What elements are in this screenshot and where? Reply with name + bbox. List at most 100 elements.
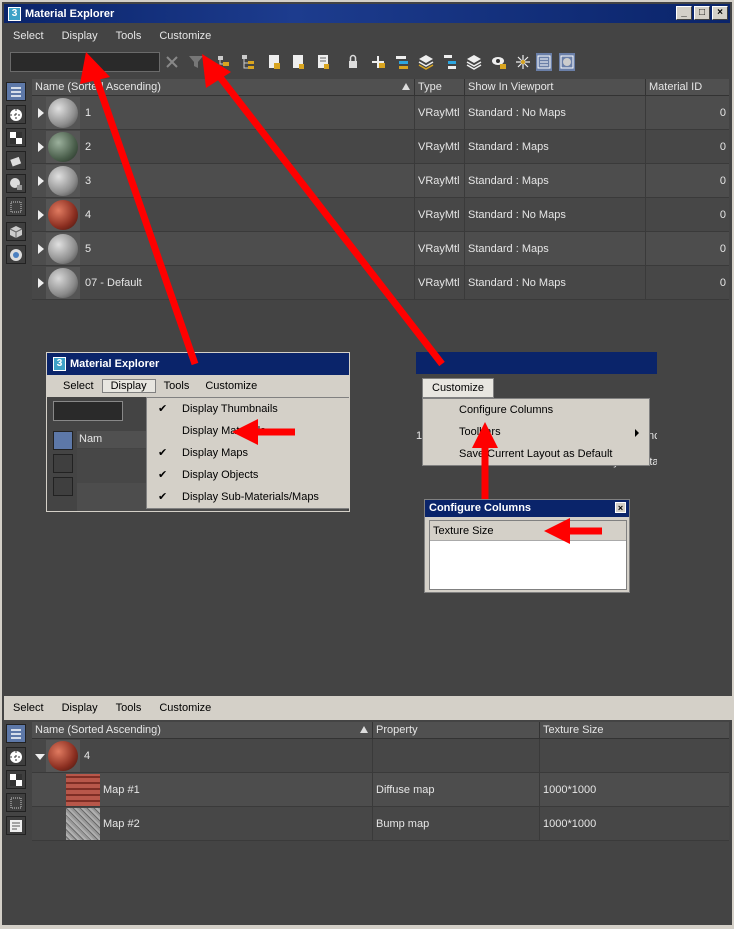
parent-row[interactable]: 4 <box>32 738 729 773</box>
material-row[interactable]: 4 VRayMtl Standard : No Maps 0 <box>32 197 729 232</box>
map-thumbnail <box>66 773 100 806</box>
maps-filter-icon[interactable] <box>6 770 26 789</box>
bcol-property[interactable]: Property <box>373 721 540 739</box>
material-row[interactable]: 07 - Default VRayMtl Standard : No Maps 0 <box>32 265 729 300</box>
scene-objects-icon[interactable] <box>6 222 26 241</box>
unused-maps-icon[interactable] <box>6 197 26 216</box>
map-row[interactable]: Map #2 Bump map 1000*1000 <box>32 806 729 841</box>
checkmark-icon: ✔ <box>158 403 168 415</box>
menu-item-display-option[interactable]: ✔ Display Sub-Materials/Maps <box>147 486 349 508</box>
material-name: 5 <box>85 242 92 255</box>
expand-arrow-icon[interactable] <box>38 209 44 220</box>
expand-arrow-icon[interactable] <box>38 141 44 152</box>
bottom-menu-select[interactable]: Select <box>4 702 53 714</box>
property-view-icon[interactable] <box>6 816 26 835</box>
materials-filter-icon[interactable] <box>6 105 26 124</box>
sub-materials-icon[interactable] <box>6 174 26 193</box>
col-type[interactable]: Type <box>415 78 465 96</box>
expand-arrow-icon[interactable] <box>38 107 44 118</box>
lock-icon[interactable] <box>345 53 361 71</box>
expand-arrow-icon[interactable] <box>38 175 44 186</box>
material-name: 07 - Default <box>85 276 142 289</box>
materials-filter-icon[interactable] <box>6 747 26 766</box>
maps-filter-icon[interactable] <box>6 128 26 147</box>
view-toggle-icon[interactable] <box>536 53 552 71</box>
material-sphere-icon <box>48 165 78 196</box>
menu-item-save-layout[interactable]: Save Current Layout as Default <box>423 443 649 465</box>
expand-arrow-icon[interactable] <box>38 277 44 288</box>
clear-search-icon[interactable] <box>164 53 180 71</box>
inset-list-view-icon[interactable] <box>53 431 73 450</box>
inset-search-input[interactable] <box>53 401 123 421</box>
bcol-name[interactable]: Name (Sorted Ascending) <box>32 721 373 739</box>
material-row[interactable]: 5 VRayMtl Standard : Maps 0 <box>32 231 729 266</box>
map-name: Map #1 <box>103 783 140 796</box>
document-icon[interactable] <box>266 53 282 71</box>
column-item-texture-size[interactable]: Texture Size <box>430 521 626 541</box>
expand-arrow-icon[interactable] <box>38 243 44 254</box>
inset-menu-select[interactable]: Select <box>55 380 102 392</box>
collapse-arrow-icon[interactable] <box>35 753 45 760</box>
menu-select[interactable]: Select <box>4 30 53 42</box>
map-row[interactable]: Map #1 Diffuse map 1000*1000 <box>32 772 729 807</box>
bottom-menubar: Select Display Tools Customize <box>4 696 732 720</box>
maximize-button[interactable]: □ <box>694 6 710 20</box>
menu-item-display-option[interactable]: Display Materials <box>147 420 349 442</box>
menu-customize[interactable]: Customize <box>150 30 220 42</box>
layer-select-icon[interactable] <box>394 53 410 71</box>
inset-menu-customize[interactable]: Customize <box>197 380 265 392</box>
list-view-icon[interactable] <box>6 82 26 101</box>
menu-item-display-option[interactable]: ✔ Display Objects <box>147 464 349 486</box>
dialog-close-button[interactable]: × <box>615 502 626 513</box>
bottom-menu-customize[interactable]: Customize <box>150 702 220 714</box>
inset-materials-icon[interactable] <box>53 454 73 473</box>
checkmark-icon: ✔ <box>158 469 168 481</box>
document-edit-icon[interactable] <box>315 53 331 71</box>
menu-item-configure-columns[interactable]: Configure Columns <box>423 399 649 421</box>
minimize-button[interactable]: _ <box>676 6 692 20</box>
layer-hierarchy-icon[interactable] <box>442 53 458 71</box>
bottom-grid: Name (Sorted Ascending) Property Texture… <box>32 721 729 841</box>
search-input[interactable] <box>10 52 160 72</box>
material-sphere-icon <box>48 97 78 128</box>
material-row[interactable]: 2 VRayMtl Standard : Maps 0 <box>32 129 729 164</box>
menu-item-toolbars[interactable]: Toolbars <box>423 421 649 443</box>
list-view-icon[interactable] <box>6 724 26 743</box>
inset-title: Material Explorer <box>70 358 160 370</box>
bcol-texture-size[interactable]: Texture Size <box>540 722 729 739</box>
select-all-icon[interactable] <box>216 53 232 71</box>
show-in-viewport: Standard : No Maps <box>465 197 646 232</box>
col-material-id[interactable]: Material ID <box>646 79 729 96</box>
unused-maps-icon[interactable] <box>6 793 26 812</box>
thumbnail-toggle-icon[interactable] <box>559 53 575 71</box>
material-row[interactable]: 1 VRayMtl Standard : No Maps 0 <box>32 95 729 130</box>
bottom-menu-display[interactable]: Display <box>53 702 107 714</box>
material-type: VRayMtl <box>415 197 465 232</box>
inset-menu-customize[interactable]: Customize <box>422 378 494 398</box>
hierarchy-icon[interactable] <box>240 53 256 71</box>
stack-icon[interactable] <box>466 53 482 71</box>
sparkle-icon[interactable] <box>515 53 531 71</box>
objects-filter-icon[interactable] <box>6 151 26 170</box>
menu-item-toolbars-label: Toolbars <box>459 426 501 438</box>
filter-icon[interactable] <box>188 53 204 71</box>
col-viewport[interactable]: Show In Viewport <box>465 78 646 96</box>
col-name[interactable]: Name (Sorted Ascending) <box>32 78 415 96</box>
material-id: 0 <box>719 242 726 255</box>
menu-display[interactable]: Display <box>53 30 107 42</box>
menu-item-display-option[interactable]: ✔ Display Thumbnails <box>147 398 349 420</box>
visibility-icon[interactable] <box>491 53 507 71</box>
bottom-menu-tools[interactable]: Tools <box>107 702 151 714</box>
inset-menu-display[interactable]: Display <box>101 379 156 393</box>
menu-item-display-option[interactable]: ✔ Display Maps <box>147 442 349 464</box>
document-copy-icon[interactable] <box>290 53 306 71</box>
inset-menu-tools[interactable]: Tools <box>156 380 198 392</box>
add-material-icon[interactable] <box>370 53 386 71</box>
material-row[interactable]: 3 VRayMtl Standard : Maps 0 <box>32 163 729 198</box>
material-sphere-icon[interactable] <box>6 245 26 264</box>
col-viewport-label: Show In Viewport <box>468 80 554 93</box>
layers-icon[interactable] <box>418 53 434 71</box>
menu-tools[interactable]: Tools <box>107 30 151 42</box>
inset-maps-icon[interactable] <box>53 477 73 496</box>
close-button[interactable]: × <box>712 6 728 20</box>
